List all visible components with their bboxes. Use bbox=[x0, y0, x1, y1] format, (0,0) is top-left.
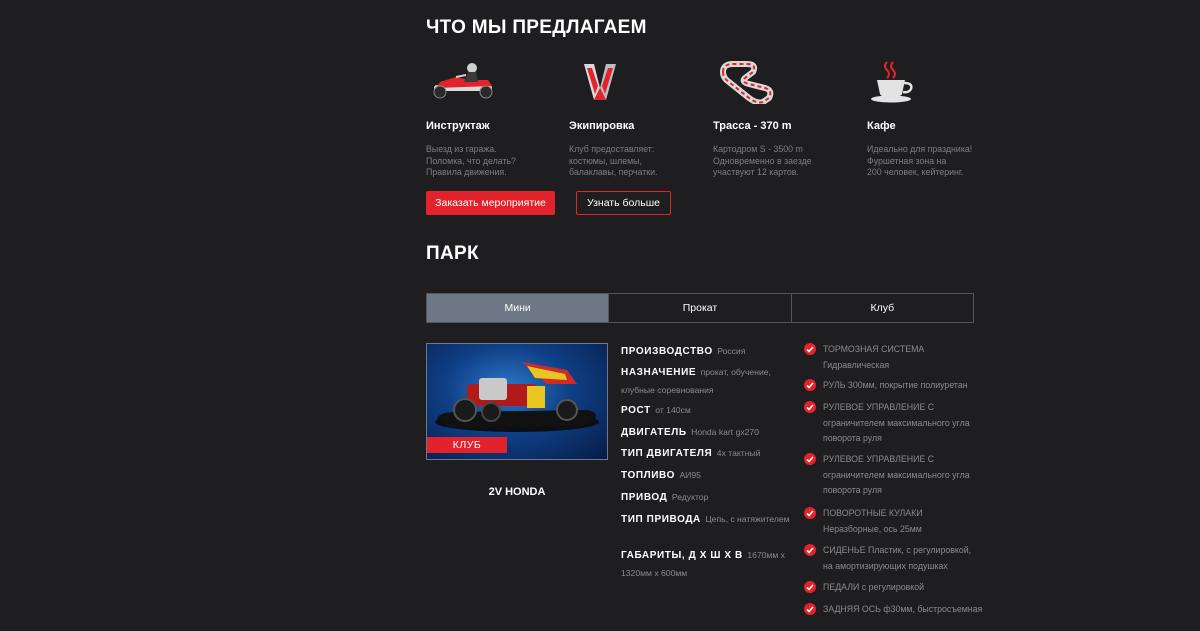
feature-text: ПОВОРОТНЫЕ КУЛАКИ Неразборные, ось 25мм bbox=[823, 508, 923, 534]
spec-row: ТОПЛИВО АИ95 bbox=[621, 466, 791, 484]
learn-more-button[interactable]: Узнать больше bbox=[576, 191, 671, 215]
kart-class-badge: КЛУБ bbox=[427, 437, 507, 453]
race-track-icon bbox=[713, 60, 853, 106]
spec-value: Цепь, с натяжителем bbox=[705, 514, 790, 524]
feature-text: РУЛЬ 300мм, покрытие полиуретан bbox=[823, 380, 968, 390]
spec-key: РОСТ bbox=[621, 405, 651, 416]
check-icon bbox=[804, 507, 816, 519]
feature-text: РУЛЕВОЕ УПРАВЛЕНИЕ С ограничителем макси… bbox=[823, 454, 970, 495]
tab-club[interactable]: Клуб bbox=[792, 294, 973, 322]
check-icon bbox=[804, 453, 816, 465]
offer-description: Идеально для праздника! Фуршетная зона н… bbox=[867, 144, 973, 177]
offer-item-equipment: Экипировка Клуб предоставляет: костюмы, … bbox=[569, 60, 709, 177]
check-icon bbox=[804, 581, 816, 593]
spec-row: ГАБАРИТЫ, Д Х Ш Х В 1670мм х 1320мм х 60… bbox=[621, 546, 791, 581]
park-heading: ПАРК bbox=[426, 243, 479, 264]
kart-driver-icon bbox=[426, 60, 566, 104]
spec-value: от 140см bbox=[655, 405, 691, 415]
racing-gloves-icon bbox=[569, 60, 709, 104]
tab-mini[interactable]: Мини bbox=[427, 294, 610, 322]
order-event-button[interactable]: Заказать мероприятие bbox=[426, 191, 555, 215]
spec-key: ГАБАРИТЫ, Д Х Ш Х В bbox=[621, 550, 743, 561]
spec-row: ТИП ПРИВОДА Цепь, с натяжителем bbox=[621, 510, 791, 528]
coffee-cup-icon bbox=[867, 60, 1007, 104]
check-icon bbox=[804, 379, 816, 391]
offer-description: Картодром S - 3500 m Одновременно в заез… bbox=[713, 144, 812, 177]
spec-key: ТОПЛИВО bbox=[621, 470, 675, 481]
check-icon bbox=[804, 343, 816, 355]
spec-row: ПРИВОД Редуктор bbox=[621, 488, 791, 506]
offer-title: Инструктаж bbox=[426, 120, 490, 132]
kart-name: 2V HONDA bbox=[488, 486, 546, 498]
offer-description: Выезд из гаража. Поломка, что делать? Пр… bbox=[426, 144, 516, 177]
check-icon bbox=[804, 544, 816, 556]
spec-value: Россия bbox=[717, 346, 746, 356]
offer-item-briefing: Инструктаж Выезд из гаража. Поломка, что… bbox=[426, 60, 566, 177]
feature-text: РУЛЕВОЕ УПРАВЛЕНИЕ С ограничителем макси… bbox=[823, 402, 970, 443]
spec-row: РОСТ от 140см bbox=[621, 401, 791, 419]
offer-description: Клуб предоставляет: костюмы, шлемы, бала… bbox=[569, 144, 658, 177]
tab-rental[interactable]: Прокат bbox=[609, 294, 792, 322]
offer-title: Кафе bbox=[867, 120, 896, 132]
spec-row: ПРОИЗВОДСТВО Россия bbox=[621, 342, 791, 360]
offer-title: Трасса - 370 m bbox=[713, 120, 792, 132]
check-icon bbox=[804, 401, 816, 413]
spec-key: ДВИГАТЕЛЬ bbox=[621, 427, 687, 438]
spec-value: Honda kart gx270 bbox=[691, 427, 759, 437]
feature-text: ЗАДНЯЯ ОСЬ ф30мм, быстросъемная bbox=[823, 604, 983, 614]
check-icon bbox=[804, 603, 816, 615]
spec-row: НАЗНАЧЕНИЕ прокат, обучение, клубные сор… bbox=[621, 363, 791, 398]
offer-heading: ЧТО МЫ ПРЕДЛАГАЕМ bbox=[426, 17, 647, 38]
park-tabs: Мини Прокат Клуб bbox=[426, 293, 974, 323]
spec-key: ТИП ДВИГАТЕЛЯ bbox=[621, 448, 713, 459]
spec-row: ДВИГАТЕЛЬ Honda kart gx270 bbox=[621, 423, 791, 441]
kart-photo: КЛУБ bbox=[426, 343, 608, 460]
spec-row: ТИП ДВИГАТЕЛЯ 4х тактный bbox=[621, 444, 791, 462]
spec-key: ТИП ПРИВОДА bbox=[621, 514, 701, 525]
offer-item-track: Трасса - 370 m Картодром S - 3500 m Одно… bbox=[713, 60, 853, 177]
feature-text: ТОРМОЗНАЯ СИСТЕМА Гидравлическая bbox=[823, 344, 925, 370]
spec-key: НАЗНАЧЕНИЕ bbox=[621, 367, 697, 378]
feature-text: ПЕДАЛИ с регулировкой bbox=[823, 582, 925, 592]
spec-key: ПРОИЗВОДСТВО bbox=[621, 346, 713, 357]
spec-value: АИ95 bbox=[679, 470, 701, 480]
spec-value: Редуктор bbox=[671, 492, 709, 502]
spec-key: ПРИВОД bbox=[621, 492, 668, 503]
offer-item-cafe: Кафе Идеально для праздника! Фуршетная з… bbox=[867, 60, 1007, 177]
offer-title: Экипировка bbox=[569, 120, 635, 132]
feature-text: СИДЕНЬЕ Пластик, с регулировкой, на амор… bbox=[823, 545, 972, 571]
spec-value: 4х тактный bbox=[716, 448, 761, 458]
